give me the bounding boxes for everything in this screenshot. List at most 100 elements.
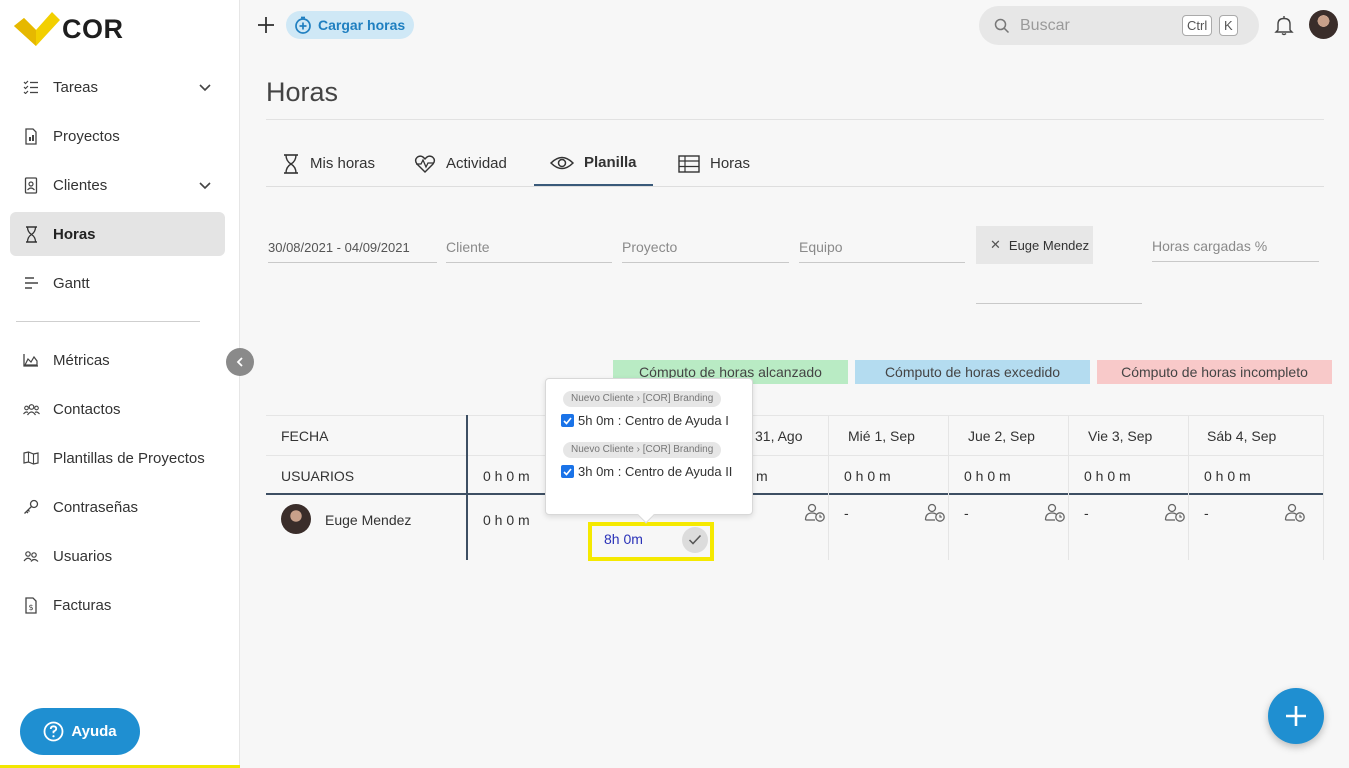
cargar-horas-button[interactable]: Cargar horas — [286, 11, 415, 39]
help-button[interactable]: Ayuda — [20, 708, 140, 755]
day-cell-value[interactable]: - — [964, 505, 969, 521]
horas-cargadas-filter[interactable]: Horas cargadas % — [1152, 226, 1319, 262]
sidebar-item-plantillas[interactable]: Plantillas de Proyectos — [10, 436, 225, 480]
user-filter-chip[interactable]: ✕ Euge Mendez — [976, 226, 1093, 264]
sidebar-item-clientes[interactable]: Clientes — [10, 163, 225, 207]
tab-label: Mis horas — [310, 155, 376, 172]
sidebar: COR Tareas Proyectos Clientes Horas Gant… — [0, 0, 240, 768]
sidebar-item-contactos[interactable]: Contactos — [10, 387, 225, 431]
project-tag: Nuevo Cliente › [COR] Branding — [563, 391, 722, 407]
table-icon — [678, 154, 700, 173]
kbd-ctrl: Ctrl — [1182, 15, 1213, 36]
bell-icon[interactable] — [1273, 14, 1295, 36]
cliente-filter[interactable]: Cliente — [446, 227, 612, 263]
date-range-filter[interactable]: 30/08/2021 - 04/09/2021 — [268, 227, 437, 263]
sidebar-item-label: Gantt — [53, 274, 90, 292]
cor-logo[interactable]: COR — [14, 12, 124, 46]
fecha-header: FECHA — [281, 428, 329, 444]
check-icon — [688, 534, 702, 545]
day-total: 0 h 0 m — [1204, 468, 1251, 484]
sidebar-item-label: Clientes — [53, 176, 108, 194]
sidebar-item-contrasenas[interactable]: Contraseñas — [10, 485, 225, 529]
time-entry-label: 5h 0m : Centro de Ayuda I — [578, 413, 729, 428]
task-list-icon — [22, 78, 40, 96]
search-icon — [994, 18, 1010, 33]
title-divider — [266, 119, 1324, 120]
day-total: 0 h 0 m — [1084, 468, 1131, 484]
page-title: Horas — [266, 77, 339, 107]
time-entry[interactable]: 5h 0m : Centro de Ayuda I — [561, 413, 729, 428]
tab-horas[interactable]: Horas — [662, 141, 766, 186]
sidebar-item-usuarios[interactable]: Usuarios — [10, 534, 225, 578]
equipo-filter[interactable]: Equipo — [799, 227, 965, 263]
user-avatar[interactable] — [1309, 10, 1338, 39]
day-total: 0 h 0 m — [844, 468, 891, 484]
day-header: Mié 1, Sep — [848, 428, 915, 444]
user-clock-icon[interactable] — [1284, 503, 1306, 523]
user-row-avatar — [281, 504, 311, 534]
brand-name: COR — [62, 13, 124, 44]
day-cell-value[interactable]: - — [1204, 505, 1209, 521]
checkbox-checked-icon[interactable] — [561, 414, 574, 427]
project-tag: Nuevo Cliente › [COR] Branding — [563, 442, 722, 458]
add-icon[interactable] — [255, 14, 277, 36]
day-total: m — [756, 468, 768, 484]
sidebar-item-horas[interactable]: Horas — [10, 212, 225, 256]
day-total: 0 h 0 m — [964, 468, 1011, 484]
chevron-down-icon[interactable] — [197, 79, 213, 95]
tab-mis-horas[interactable]: Mis horas — [266, 141, 391, 186]
contact-card-icon — [22, 176, 40, 194]
time-entry-label: 3h 0m : Centro de Ayuda II — [578, 464, 733, 479]
help-label: Ayuda — [71, 723, 117, 740]
proyecto-filter[interactable]: Proyecto — [622, 227, 789, 263]
sidebar-item-tareas[interactable]: Tareas — [10, 65, 225, 109]
user-clock-icon[interactable] — [924, 503, 946, 523]
day-cell-value[interactable]: - — [844, 505, 849, 521]
approve-button[interactable] — [682, 527, 708, 553]
sidebar-item-facturas[interactable]: $ Facturas — [10, 583, 225, 627]
day-hours-value[interactable]: 8h 0m — [604, 531, 643, 547]
search-bar[interactable]: Ctrl K — [979, 6, 1259, 45]
day-total: 0 h 0 m — [483, 468, 530, 484]
time-entry[interactable]: 3h 0m : Centro de Ayuda II — [561, 464, 732, 479]
close-icon[interactable]: ✕ — [990, 237, 1001, 253]
tab-actividad[interactable]: Actividad — [398, 141, 523, 186]
user-row-name: Euge Mendez — [325, 512, 412, 528]
day-header: Sáb 4, Sep — [1207, 428, 1277, 444]
user-clock-icon[interactable] — [1044, 503, 1066, 523]
plus-icon — [1286, 706, 1306, 726]
tab-planilla[interactable]: Planilla — [534, 141, 653, 186]
collapse-sidebar-button[interactable] — [226, 348, 254, 376]
user-clock-icon[interactable] — [1164, 503, 1186, 523]
hourglass-icon — [284, 153, 298, 174]
legend-incompleto: Cómputo de horas incompleto — [1097, 360, 1332, 384]
sidebar-divider — [16, 321, 200, 322]
day-header: Vie 3, Sep — [1088, 428, 1153, 444]
search-input[interactable] — [1020, 16, 1170, 35]
sidebar-item-label: Horas — [53, 225, 96, 243]
sidebar-item-label: Tareas — [53, 78, 99, 96]
users-icon — [22, 547, 40, 565]
sidebar-item-gantt[interactable]: Gantt — [10, 261, 225, 305]
chip-label: Euge Mendez — [1008, 237, 1090, 253]
chevron-left-icon — [236, 357, 243, 367]
svg-text:$: $ — [29, 603, 34, 612]
day-header: 31, Ago — [755, 428, 803, 444]
map-icon — [22, 449, 40, 467]
gantt-icon — [22, 274, 40, 292]
hours-detail-popover: Nuevo Cliente › [COR] Branding 5h 0m : C… — [545, 378, 753, 515]
key-icon — [22, 498, 40, 516]
sidebar-item-proyectos[interactable]: Proyectos — [10, 114, 225, 158]
help-circle-icon — [43, 721, 64, 742]
timer-plus-icon — [295, 16, 311, 34]
user-clock-icon[interactable] — [804, 503, 826, 523]
kbd-k: K — [1219, 15, 1238, 36]
tab-bar: Mis horas Actividad Planilla Horas — [266, 141, 1324, 187]
sidebar-item-metricas[interactable]: Métricas — [10, 338, 225, 382]
chevron-down-icon[interactable] — [197, 177, 213, 193]
day-cell-value[interactable]: - — [1084, 505, 1089, 521]
cargar-horas-label: Cargar horas — [318, 17, 406, 33]
tab-label: Actividad — [446, 155, 507, 172]
checkbox-checked-icon[interactable] — [561, 465, 574, 478]
add-fab-button[interactable] — [1268, 688, 1324, 744]
